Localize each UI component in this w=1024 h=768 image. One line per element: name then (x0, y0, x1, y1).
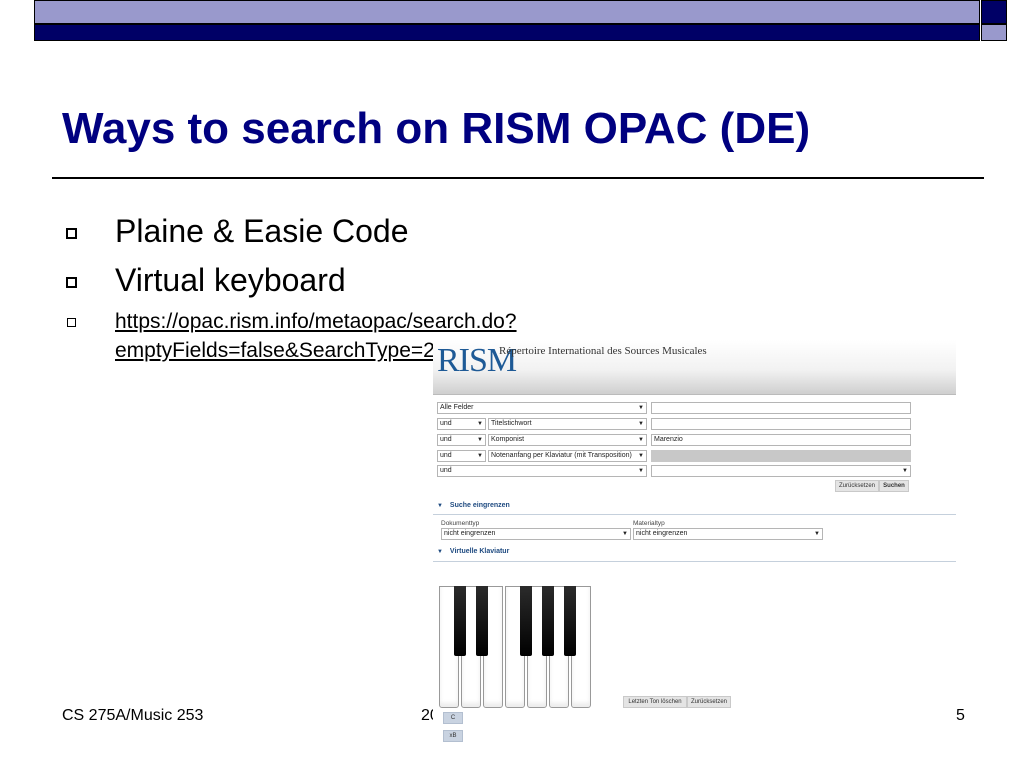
field-select-2-value: Titelstichwort (491, 420, 532, 427)
composer-input[interactable]: Marenzio (651, 434, 911, 446)
operator-select-4-value: und (440, 452, 452, 459)
incipit-input (651, 450, 911, 462)
header-divider (433, 394, 956, 395)
page-number: 5 (956, 707, 965, 724)
field-select-4-value: Notenanfang per Klaviatur (mit Transposi… (491, 452, 632, 459)
bullet-plaine-easie: Plaine & Easie Code (115, 213, 409, 249)
header-bar-light (34, 0, 980, 24)
dropdown-arrow-icon: ▼ (477, 421, 483, 427)
dropdown-arrow-icon: ▼ (638, 453, 644, 459)
dropdown-arrow-icon: ▼ (477, 453, 483, 459)
bullet-marker (66, 277, 77, 288)
search-button[interactable]: Suchen (879, 480, 909, 492)
triangle-down-icon: ▼ (437, 503, 443, 509)
rism-header: RISM Répertoire International des Source… (433, 340, 956, 394)
note-c-button[interactable]: C (443, 712, 463, 724)
doctype-select-value: nicht eingrenzen (444, 530, 496, 537)
rism-screenshot: RISM Répertoire International des Source… (433, 340, 956, 768)
dropdown-arrow-icon: ▼ (638, 405, 644, 411)
triangle-down-icon: ▼ (437, 549, 443, 555)
section-limit-search-label: Suche eingrenzen (449, 502, 510, 509)
section-divider (433, 514, 956, 515)
operator-select-3[interactable]: und ▼ (437, 434, 486, 446)
dropdown-arrow-icon: ▼ (622, 531, 628, 537)
section-virtual-keyboard-label: Virtuelle Klaviatur (449, 548, 510, 555)
operator-select-2-value: und (440, 420, 452, 427)
piano-black-key[interactable] (542, 586, 554, 656)
field-select-4[interactable]: Notenanfang per Klaviatur (mit Transposi… (488, 450, 647, 462)
piano-black-key[interactable] (520, 586, 532, 656)
dropdown-arrow-icon: ▼ (477, 437, 483, 443)
bullet-virtual-keyboard: Virtual keyboard (115, 262, 346, 298)
note-xb-button[interactable]: xB (443, 730, 463, 742)
dropdown-arrow-icon: ▼ (638, 468, 644, 474)
bullet-marker (66, 228, 77, 239)
search-term-input-2[interactable] (651, 418, 911, 430)
doctype-select[interactable]: nicht eingrenzen ▼ (441, 528, 631, 540)
section-virtual-keyboard[interactable]: ▼ Virtuelle Klaviatur (437, 548, 509, 555)
dropdown-arrow-icon: ▼ (814, 531, 820, 537)
reset-button[interactable]: Zurücksetzen (835, 480, 879, 492)
operator-select-2[interactable]: und ▼ (437, 418, 486, 430)
search-term-select-5[interactable]: ▼ (651, 465, 911, 477)
operator-select-3-value: und (440, 436, 452, 443)
header-bar-dark (34, 24, 980, 41)
piano-black-key[interactable] (564, 586, 576, 656)
keyboard-reset-button[interactable]: Zurücksetzen (687, 696, 731, 708)
slide-title: Ways to search on RISM OPAC (DE) (62, 104, 811, 153)
operator-select-4[interactable]: und ▼ (437, 450, 486, 462)
material-select-value: nicht eingrenzen (636, 530, 688, 537)
dropdown-arrow-icon: ▼ (638, 437, 644, 443)
field-select-all[interactable]: Alle Felder ▼ (437, 402, 647, 414)
operator-select-5-value: und (440, 467, 452, 474)
search-term-input-1[interactable] (651, 402, 911, 414)
field-select-2[interactable]: Titelstichwort ▼ (488, 418, 647, 430)
bullet-marker (67, 318, 76, 327)
material-label: Materialtyp (633, 520, 665, 527)
header-square-light (981, 24, 1007, 41)
field-select-3-value: Komponist (491, 436, 525, 443)
material-select[interactable]: nicht eingrenzen ▼ (633, 528, 823, 540)
piano-black-key[interactable] (476, 586, 488, 656)
title-divider (52, 177, 984, 179)
dropdown-arrow-icon: ▼ (638, 421, 644, 427)
rism-subtitle: Répertoire International des Sources Mus… (499, 345, 707, 357)
section-divider (433, 561, 956, 562)
dropdown-arrow-icon: ▼ (902, 468, 908, 474)
section-limit-search[interactable]: ▼ Suche eingrenzen (437, 502, 510, 509)
doctype-label: Dokumenttyp (441, 520, 480, 527)
field-select-all-value: Alle Felder (440, 404, 474, 411)
field-select-3[interactable]: Komponist ▼ (488, 434, 647, 446)
header-square-dark (981, 0, 1007, 24)
delete-last-note-button[interactable]: Letzten Ton löschen (623, 696, 687, 708)
operator-select-5[interactable]: und ▼ (437, 465, 647, 477)
virtual-piano (439, 586, 591, 710)
piano-black-key[interactable] (454, 586, 466, 656)
footer-course: CS 275A/Music 253 (62, 707, 204, 724)
